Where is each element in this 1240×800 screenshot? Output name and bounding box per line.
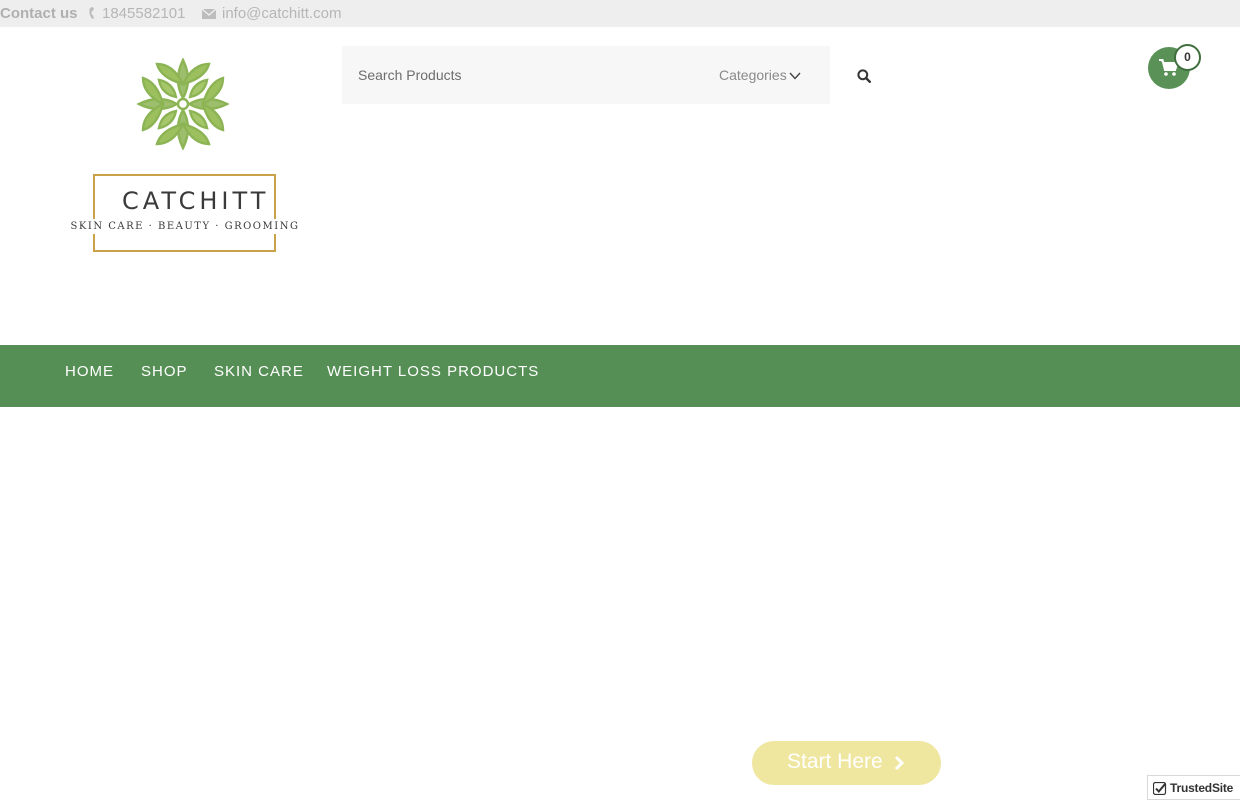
- logo-tagline: SKIN CARE · BEAUTY · GROOMING: [60, 219, 310, 234]
- categories-dropdown[interactable]: Categories: [719, 46, 801, 104]
- nav-item-skin-care[interactable]: SKIN CARE: [214, 363, 304, 380]
- chevron-right-icon: [894, 755, 904, 771]
- phone-icon: [89, 7, 94, 19]
- chevron-down-icon: [789, 72, 801, 80]
- nav-item-home[interactable]: HOME: [65, 363, 114, 380]
- contact-label: Contact us: [0, 5, 78, 22]
- phone-number[interactable]: 1845582101: [102, 5, 185, 22]
- trustedsite-badge[interactable]: TrustedSite: [1147, 775, 1240, 800]
- categories-label: Categories: [719, 67, 787, 83]
- search-input[interactable]: [342, 46, 692, 104]
- cart-count-badge: 0: [1174, 44, 1201, 71]
- nav-item-shop[interactable]: SHOP: [141, 363, 188, 380]
- contact-bar: Contact us 1845582101 info@catchitt.com: [0, 0, 1240, 27]
- search-button[interactable]: [830, 46, 895, 104]
- leaf-emblem-icon: [137, 57, 229, 150]
- mail-icon: [202, 9, 216, 19]
- search-bar: Categories: [342, 46, 895, 104]
- start-here-label: Start Here: [787, 750, 883, 773]
- email-link[interactable]: info@catchitt.com: [222, 5, 341, 22]
- site-logo[interactable]: CATCHITT SKIN CARE · BEAUTY · GROOMING: [58, 56, 310, 261]
- nav-item-weight-loss-products[interactable]: WEIGHT LOSS PRODUCTS: [327, 363, 539, 380]
- trustedsite-label: TrustedSite: [1170, 781, 1234, 795]
- logo-name: CATCHITT: [122, 187, 270, 215]
- search-icon: [857, 69, 871, 83]
- main-nav: HOME SHOP SKIN CARE WEIGHT LOSS PRODUCTS: [0, 345, 1240, 407]
- start-here-button[interactable]: Start Here: [752, 741, 941, 785]
- checkmark-icon: [1153, 782, 1167, 795]
